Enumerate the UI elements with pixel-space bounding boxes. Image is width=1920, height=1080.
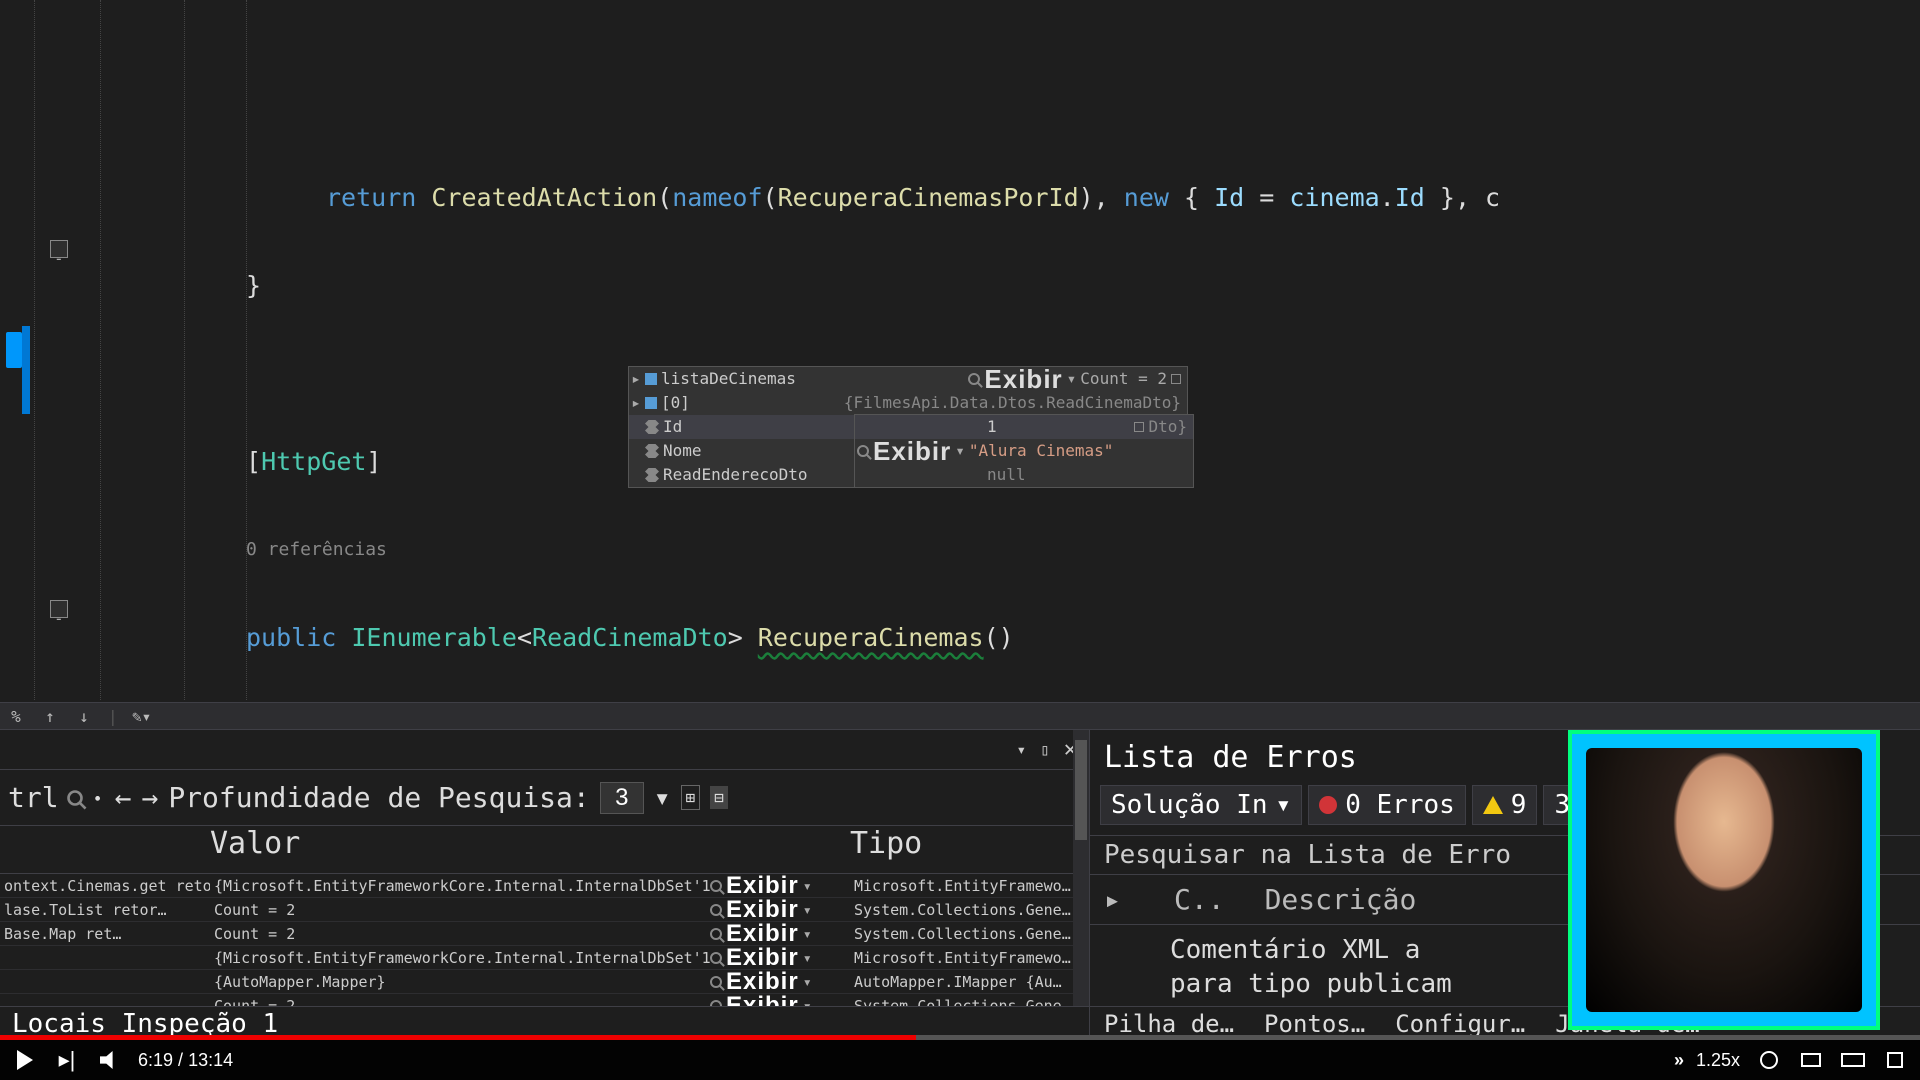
watch-row[interactable]: {AutoMapper.Mapper}Exibir▾AutoMapper.IMa…	[0, 970, 1089, 994]
datatip-value: null	[857, 453, 1026, 497]
code-editor[interactable]: return CreatedAtAction(nameof(RecuperaCi…	[0, 0, 1920, 700]
gutter	[0, 0, 80, 700]
solution-filter[interactable]: Solução In ▾	[1100, 785, 1302, 825]
ident: cinema	[1289, 183, 1379, 212]
type: IEnumerable	[351, 623, 517, 652]
col-value[interactable]: Valor	[210, 826, 850, 873]
ident: Id	[1214, 183, 1244, 212]
locals-panel: ▾ ▯ ✕ trl ･ ← → Profundidade de Pesquisa…	[0, 730, 1090, 1040]
search-icon[interactable]	[968, 373, 980, 385]
tool-icon[interactable]: ⊞	[681, 785, 701, 810]
chapters-icon[interactable]: »	[1674, 1050, 1680, 1071]
pin-icon[interactable]: ▯	[1040, 740, 1050, 759]
next-button[interactable]: ▸|	[54, 1047, 80, 1073]
depth-label: Profundidade de Pesquisa:	[168, 781, 589, 814]
execution-pointer	[6, 332, 22, 368]
volume-icon	[100, 1051, 118, 1069]
watch-row[interactable]: Base.Map ret…Count = 2Exibir▾System.Coll…	[0, 922, 1089, 946]
call: CreatedAtAction	[431, 183, 657, 212]
person-silhouette	[1586, 748, 1862, 1012]
watch-row[interactable]: lase.ToList retor…Count = 2Exibir▾System…	[0, 898, 1089, 922]
wrench-icon	[645, 420, 659, 434]
dropdown-icon[interactable]: ▾	[1016, 740, 1026, 759]
video-controls[interactable]: ▸| 6:19 / 13:14 » 1.25x	[0, 1040, 1920, 1080]
method: RecuperaCinemas	[758, 623, 984, 652]
ident: RecuperaCinemasPorId	[778, 183, 1079, 212]
miniplayer-icon	[1801, 1053, 1821, 1067]
settings-button[interactable]	[1756, 1047, 1782, 1073]
kw: new	[1124, 183, 1169, 212]
arrow-down-icon[interactable]: ↓	[74, 706, 94, 726]
arrow-right-icon[interactable]: →	[141, 781, 158, 814]
variable-icon	[645, 373, 657, 385]
miniplayer-button[interactable]	[1798, 1047, 1824, 1073]
attr: HttpGet	[261, 447, 366, 476]
tool-icon[interactable]: ⊟	[710, 786, 728, 809]
theater-icon	[1841, 1053, 1865, 1067]
play-button[interactable]	[12, 1047, 38, 1073]
scrollbar[interactable]	[1073, 730, 1089, 1006]
expand-icon[interactable]: ▸	[1104, 883, 1134, 916]
col-desc[interactable]: Descrição	[1265, 883, 1417, 916]
tab-callstack[interactable]: Pilha de…	[1104, 1010, 1234, 1038]
time-current: 6:19	[138, 1050, 173, 1070]
time-total: 13:14	[188, 1050, 233, 1070]
volume-button[interactable]	[96, 1047, 122, 1073]
warning-icon	[1483, 796, 1503, 814]
theater-button[interactable]	[1840, 1047, 1866, 1073]
watch-rows[interactable]: ontext.Cinemas.get retor…{Microsoft.Enti…	[0, 874, 1089, 1018]
pin-icon[interactable]	[1134, 422, 1144, 432]
change-indicator	[22, 326, 30, 414]
search-icon[interactable]	[67, 790, 83, 806]
code-content[interactable]: return CreatedAtAction(nameof(RecuperaCi…	[80, 0, 1920, 700]
progress-bar[interactable]	[0, 1035, 1920, 1040]
watch-row[interactable]: ontext.Cinemas.get retor…{Microsoft.Enti…	[0, 874, 1089, 898]
column-headers: Valor Tipo	[0, 826, 1089, 874]
warnings-filter[interactable]: 9	[1472, 785, 1538, 825]
editor-nav-toolbar: % ↑ ↓ | ✎▾	[0, 702, 1920, 730]
play-icon	[17, 1050, 33, 1070]
datatip-prop[interactable]: ReadEnderecoDto	[663, 453, 808, 497]
search-icon[interactable]	[857, 445, 869, 457]
codelens[interactable]: 0 referências	[80, 528, 1920, 572]
tab-settings[interactable]: Configur…	[1395, 1010, 1525, 1038]
fullscreen-icon	[1887, 1052, 1903, 1068]
gear-icon	[1760, 1051, 1778, 1069]
type: ReadCinemaDto	[532, 623, 728, 652]
error-icon	[1319, 796, 1337, 814]
brush-icon[interactable]: ✎▾	[132, 706, 152, 726]
text: trl	[8, 781, 59, 814]
arrow-left-icon[interactable]: ←	[115, 781, 132, 814]
variable-icon	[645, 397, 657, 409]
tab-breakpoints[interactable]: Pontos…	[1264, 1010, 1365, 1038]
fold-toggle[interactable]	[50, 600, 68, 618]
depth-input[interactable]	[600, 782, 644, 814]
speed-button[interactable]: 1.25x	[1696, 1050, 1740, 1071]
progress-fill	[0, 1035, 916, 1040]
wrench-icon	[645, 444, 659, 458]
expand-icon[interactable]: ▸	[631, 381, 641, 425]
kw: return	[326, 183, 416, 212]
wrench-icon	[645, 468, 659, 482]
ident: Id	[1395, 183, 1425, 212]
panel-toolbar: ▾ ▯ ✕	[0, 730, 1089, 770]
percent-icon[interactable]: %	[6, 706, 26, 726]
col-type[interactable]: Tipo	[850, 826, 1089, 873]
search-bar: trl ･ ← → Profundidade de Pesquisa: ▾ ⊞ …	[0, 770, 1089, 826]
arrow-up-icon[interactable]: ↑	[40, 706, 60, 726]
errors-filter[interactable]: 0 Erros	[1308, 785, 1466, 825]
datatip-value: Dto}	[1148, 405, 1187, 449]
kw: nameof	[672, 183, 762, 212]
webcam-overlay	[1568, 730, 1880, 1030]
watch-row[interactable]: {Microsoft.EntityFrameworkCore.Internal.…	[0, 946, 1089, 970]
col-code[interactable]: C..	[1174, 883, 1225, 916]
fold-toggle[interactable]	[50, 240, 68, 258]
datatip-detail[interactable]: 1 Dto} Exibir ▾ "Alura Cinemas" null	[854, 414, 1194, 488]
dropdown-icon[interactable]: ▾	[654, 781, 671, 814]
fullscreen-button[interactable]	[1882, 1047, 1908, 1073]
kw: public	[246, 623, 336, 652]
